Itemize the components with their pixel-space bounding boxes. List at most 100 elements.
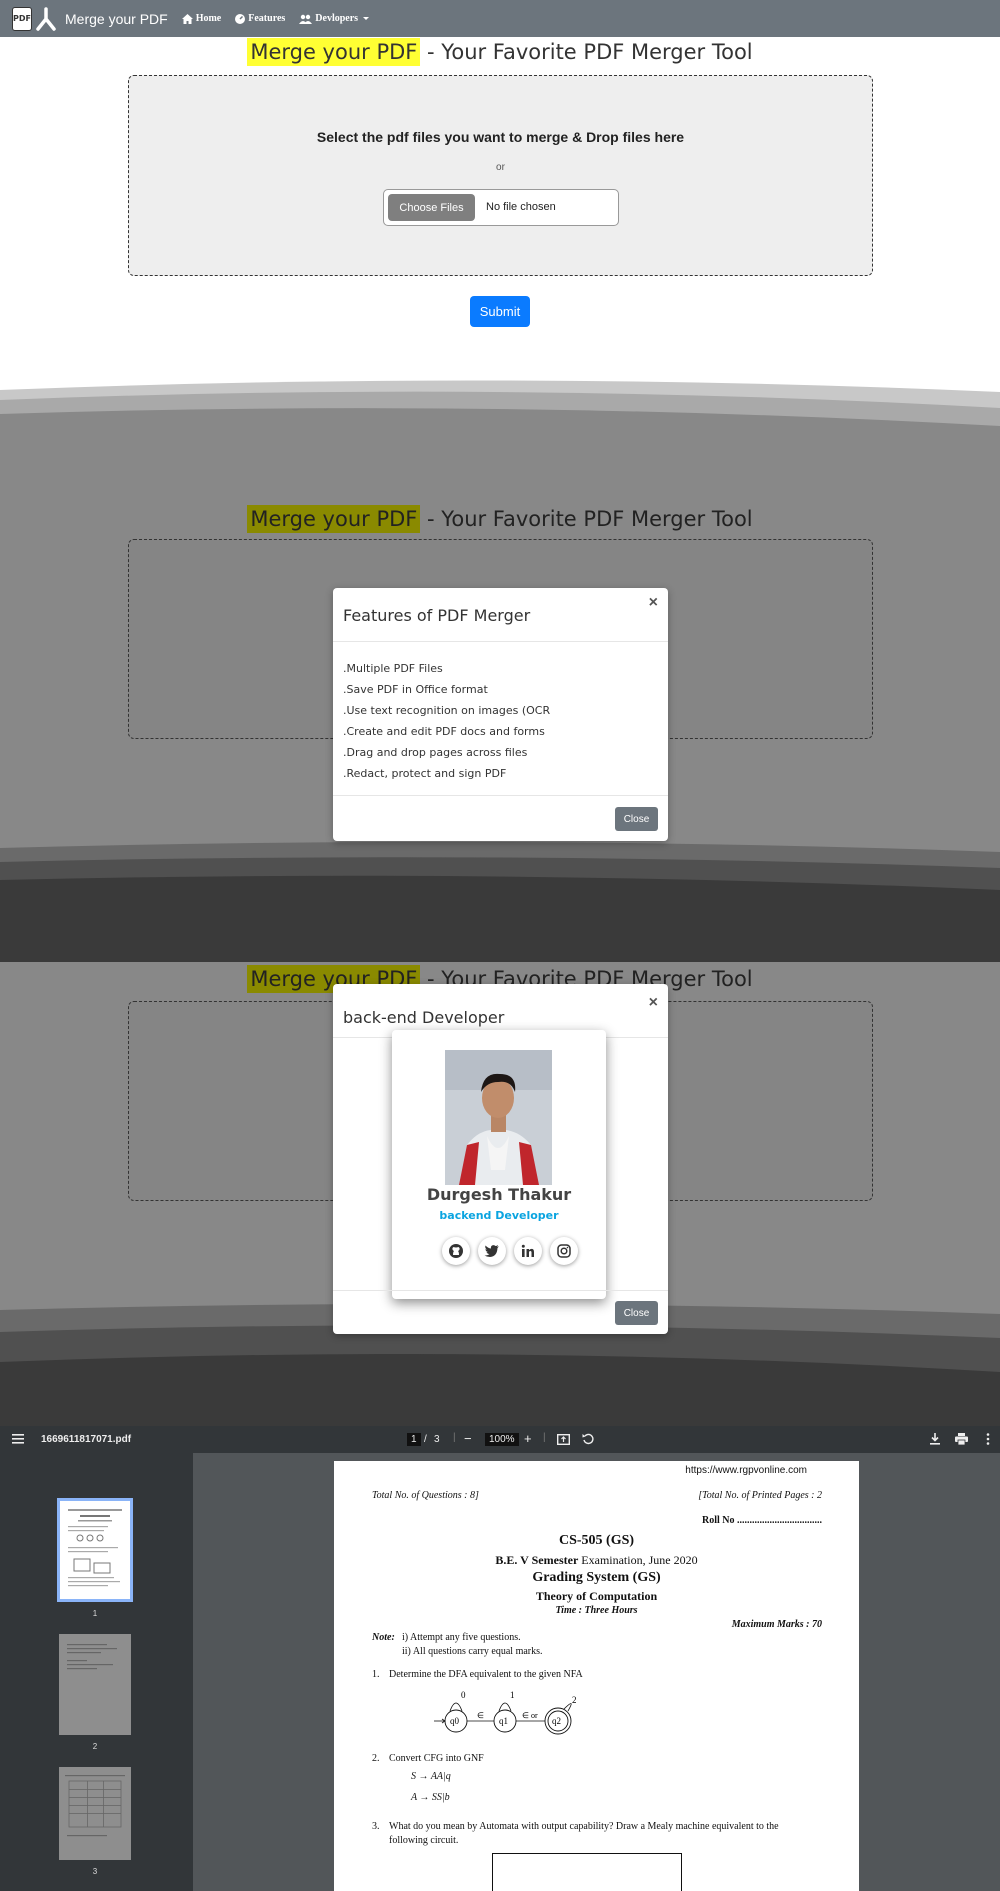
zoom-out-icon[interactable]: − bbox=[464, 1431, 472, 1446]
thumbnail-preview bbox=[65, 1775, 125, 1837]
grammar-rule-2: A → SS|b bbox=[411, 1792, 450, 1803]
developer-portrait-image bbox=[445, 1050, 552, 1185]
page-title-dimmed-highlight: Merge your PDF bbox=[247, 505, 421, 533]
wave-decoration bbox=[0, 380, 1000, 500]
drop-instruction: Select the pdf files you want to merge &… bbox=[316, 129, 685, 145]
download-icon[interactable] bbox=[930, 1433, 940, 1445]
nav-home[interactable]: Home bbox=[181, 13, 222, 24]
note-2: ii) All questions carry equal marks. bbox=[402, 1646, 543, 1657]
grammar-rule-1: S → AA|q bbox=[411, 1771, 451, 1782]
thumbnail-sidebar: 1 2 3 bbox=[0, 1453, 193, 1891]
page-title-dimmed-rest: - Your Favorite PDF Merger Tool bbox=[420, 507, 753, 531]
pdf-viewer-section: 1669611817071.pdf 1 / 3 | − 100% + | 1 2… bbox=[0, 1426, 1000, 1891]
developer-name: Durgesh Thakur bbox=[426, 1185, 572, 1204]
github-icon[interactable] bbox=[442, 1237, 470, 1265]
nfa-label: 0 bbox=[461, 1690, 466, 1700]
semester: B.E. V Semester bbox=[495, 1553, 579, 1567]
page-number-input[interactable]: 1 bbox=[407, 1433, 421, 1446]
submit-button[interactable]: Submit bbox=[470, 296, 530, 327]
file-input[interactable]: Choose Files No file chosen bbox=[383, 189, 619, 226]
gauge-icon bbox=[235, 13, 246, 24]
choose-files-button[interactable]: Choose Files bbox=[388, 194, 475, 221]
thumbnail-preview bbox=[68, 1509, 122, 1587]
features-modal-header: Features of PDF Merger × bbox=[333, 588, 668, 642]
fit-page-icon[interactable] bbox=[557, 1434, 570, 1445]
question-1: Determine the DFA equivalent to the give… bbox=[389, 1669, 583, 1680]
note-1: i) Attempt any five questions. bbox=[402, 1632, 521, 1643]
page-thumbnail-1[interactable] bbox=[57, 1498, 133, 1602]
linkedin-icon[interactable] bbox=[514, 1237, 542, 1265]
question-3-line-2: following circuit. bbox=[389, 1835, 459, 1846]
rotate-icon[interactable] bbox=[582, 1433, 594, 1445]
page-url: https://www.rgpvonline.com bbox=[685, 1465, 807, 1476]
nfa-transition: ∈ bbox=[477, 1711, 484, 1720]
developer-role: backend Developer bbox=[439, 1209, 559, 1222]
developer-modal-section: Merge your PDF - Your Favorite PDF Merge… bbox=[0, 962, 1000, 1426]
nav-developers-dropdown[interactable]: Devlopers bbox=[299, 13, 373, 24]
thumbnail-preview bbox=[67, 1644, 117, 1670]
question-2-number: 2. bbox=[372, 1753, 380, 1764]
semester-line: B.E. V Semester Examination, June 2020 bbox=[334, 1553, 859, 1568]
features-modal-title: Features of PDF Merger bbox=[343, 606, 531, 625]
course-code: CS-505 (GS) bbox=[558, 1533, 635, 1548]
note-label: Note: bbox=[372, 1632, 395, 1643]
twitter-icon[interactable] bbox=[478, 1237, 506, 1265]
nfa-state: q1 bbox=[499, 1716, 508, 1726]
navbar: PDF Merge your PDF Home Features Devlope… bbox=[0, 0, 1000, 37]
page-thumbnail-2[interactable] bbox=[59, 1634, 131, 1735]
feature-item: .Create and edit PDF docs and forms bbox=[343, 725, 545, 738]
nfa-state: q2 bbox=[552, 1716, 561, 1726]
page-separator: / bbox=[424, 1434, 427, 1445]
page-title-rest: - Your Favorite PDF Merger Tool bbox=[420, 40, 753, 64]
page-total: 3 bbox=[434, 1434, 440, 1445]
file-drop-zone[interactable]: Select the pdf files you want to merge &… bbox=[128, 75, 873, 276]
feature-item: .Use text recognition on images (OCR bbox=[343, 704, 551, 717]
pdf-page: https://www.rgpvonline.com Total No. of … bbox=[334, 1461, 859, 1891]
social-links bbox=[442, 1237, 586, 1265]
nfa-state: q0 bbox=[450, 1716, 460, 1726]
features-modal-footer: Close bbox=[333, 795, 668, 841]
thumbnail-number: 2 bbox=[92, 1742, 98, 1751]
features-list: .Multiple PDF Files .Save PDF in Office … bbox=[343, 658, 550, 784]
pdf-filename: 1669611817071.pdf bbox=[41, 1434, 132, 1445]
total-questions: Total No. of Questions : 8] bbox=[372, 1490, 479, 1501]
question-2: Convert CFG into GNF bbox=[389, 1753, 484, 1764]
developer-modal-title: back-end Developer bbox=[343, 1008, 505, 1027]
feature-item: .Save PDF in Office format bbox=[343, 683, 488, 696]
developer-modal-close-icon[interactable]: × bbox=[649, 994, 658, 1012]
or-separator: or bbox=[496, 162, 505, 173]
exam-time: Time : Three Hours bbox=[555, 1605, 638, 1616]
users-icon bbox=[299, 14, 313, 24]
nfa-diagram: 0 1 2 q0 q1 q2 ∈ ∈ or bbox=[434, 1690, 577, 1735]
print-icon[interactable] bbox=[955, 1433, 968, 1445]
menu-icon[interactable] bbox=[12, 1434, 24, 1444]
nav-home-label: Home bbox=[195, 13, 222, 24]
features-modal-close-button[interactable]: Close bbox=[615, 807, 658, 831]
features-modal: Features of PDF Merger × .Multiple PDF F… bbox=[333, 588, 668, 841]
grading-system: Grading System (GS) bbox=[532, 1570, 661, 1585]
wave-decoration-dimmed bbox=[0, 841, 1000, 962]
developer-card: Durgesh Thakur backend Developer bbox=[392, 1030, 606, 1299]
zoom-level-input[interactable]: 100% bbox=[485, 1433, 519, 1446]
nav-features[interactable]: Features bbox=[235, 13, 285, 24]
page-title-dimmed: Merge your PDF - Your Favorite PDF Merge… bbox=[0, 505, 1000, 533]
caret-down-icon bbox=[363, 16, 370, 20]
more-options-icon[interactable] bbox=[986, 1433, 990, 1445]
exam: Examination, June 2020 bbox=[581, 1553, 698, 1567]
question-3-line-1: What do you mean by Automata with output… bbox=[389, 1821, 779, 1832]
total-pages: [Total No. of Printed Pages : 2 bbox=[698, 1490, 822, 1501]
nfa-transition: ∈ or bbox=[522, 1711, 538, 1720]
question-3-number: 3. bbox=[372, 1821, 380, 1832]
features-modal-close-icon[interactable]: × bbox=[649, 594, 658, 612]
developer-modal-close-button[interactable]: Close bbox=[615, 1301, 658, 1325]
nfa-label: 1 bbox=[510, 1690, 515, 1700]
instagram-icon[interactable] bbox=[550, 1237, 578, 1265]
brand-link[interactable]: Merge your PDF bbox=[65, 11, 168, 27]
zoom-in-icon[interactable]: + bbox=[524, 1431, 532, 1446]
page-thumbnail-3[interactable] bbox=[59, 1767, 131, 1860]
no-file-chosen-text: No file chosen bbox=[486, 201, 556, 213]
thumbnail-number: 1 bbox=[92, 1609, 98, 1618]
developer-modal-footer: Close bbox=[333, 1290, 668, 1334]
pdf-toolbar: 1669611817071.pdf 1 / 3 | − 100% + | bbox=[0, 1426, 1000, 1453]
home-icon bbox=[181, 13, 193, 24]
